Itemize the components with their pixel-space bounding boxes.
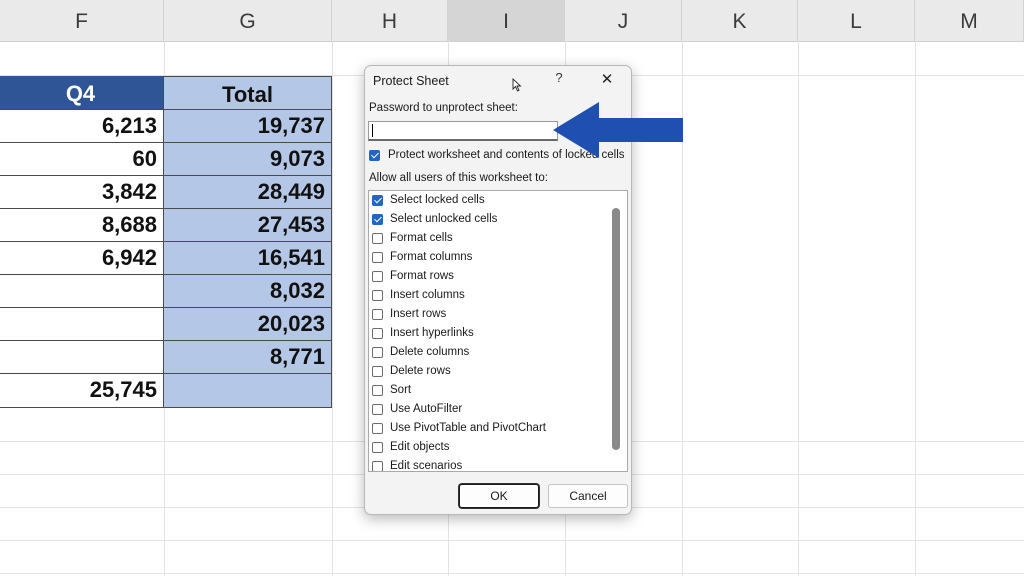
cancel-button[interactable]: Cancel: [548, 484, 628, 508]
option-label: Edit scenarios: [390, 460, 463, 472]
column-header-h[interactable]: H: [332, 0, 448, 41]
q4-cell[interactable]: 6,942: [0, 242, 164, 275]
checkbox[interactable]: [372, 366, 383, 377]
q4-cell[interactable]: 8,688: [0, 209, 164, 242]
column-header-g[interactable]: G: [164, 0, 332, 41]
option-label: Insert columns: [390, 289, 465, 301]
option-label: Edit objects: [390, 441, 450, 453]
option-label: Sort: [390, 384, 412, 396]
option-label: Insert hyperlinks: [390, 327, 474, 339]
total-cell[interactable]: 8,032: [164, 275, 332, 308]
checkbox[interactable]: [372, 404, 383, 415]
list-item[interactable]: Format columns: [369, 248, 609, 267]
checkbox[interactable]: [372, 233, 383, 244]
protect-worksheet-checkbox[interactable]: [369, 150, 380, 161]
option-label: Format cells: [390, 232, 453, 244]
checkbox[interactable]: [372, 271, 383, 282]
permissions-list[interactable]: Select locked cells Select unlocked cell…: [368, 190, 628, 472]
q4-cell[interactable]: [0, 308, 164, 341]
mouse-pointer-icon: [512, 78, 522, 92]
option-label: Use PivotTable and PivotChart: [390, 422, 546, 434]
total-cell[interactable]: [164, 374, 332, 408]
list-item[interactable]: Insert columns: [369, 286, 609, 305]
list-item[interactable]: Select unlocked cells: [369, 210, 609, 229]
gridline: [915, 41, 916, 576]
q4-cell[interactable]: [0, 275, 164, 308]
list-item[interactable]: Delete rows: [369, 362, 609, 381]
column-header-i[interactable]: I: [448, 0, 565, 41]
left-arrow-icon: [553, 102, 683, 158]
total-cell[interactable]: 19,737: [164, 110, 332, 143]
checkbox[interactable]: [372, 309, 383, 320]
total-cell[interactable]: 8,771: [164, 341, 332, 374]
checkbox[interactable]: [372, 214, 383, 225]
total-cell[interactable]: 27,453: [164, 209, 332, 242]
allow-users-label: Allow all users of this worksheet to:: [369, 172, 548, 184]
column-header-m[interactable]: M: [915, 0, 1024, 41]
total-header-cell[interactable]: Total: [164, 76, 332, 110]
list-item[interactable]: Sort: [369, 381, 609, 400]
list-item[interactable]: Insert rows: [369, 305, 609, 324]
password-label: Password to unprotect sheet:: [369, 102, 518, 114]
option-label: Format rows: [390, 270, 454, 282]
total-cell[interactable]: 28,449: [164, 176, 332, 209]
option-label: Delete rows: [390, 365, 451, 377]
checkbox[interactable]: [372, 442, 383, 453]
option-label: Select locked cells: [390, 194, 485, 206]
option-label: Format columns: [390, 251, 473, 263]
ok-button[interactable]: OK: [459, 484, 539, 508]
close-icon[interactable]: ✕: [598, 71, 616, 89]
column-header-row: F G H I J K L M: [0, 0, 1024, 42]
gridline: [332, 41, 333, 576]
checkbox[interactable]: [372, 347, 383, 358]
q4-header-cell[interactable]: Q4: [0, 76, 164, 110]
option-label: Delete columns: [390, 346, 470, 358]
column-header-j[interactable]: J: [565, 0, 682, 41]
list-item[interactable]: Select locked cells: [369, 191, 609, 210]
checkbox[interactable]: [372, 252, 383, 263]
list-item[interactable]: Use PivotTable and PivotChart: [369, 419, 609, 438]
column-header-l[interactable]: L: [798, 0, 915, 41]
checkbox[interactable]: [372, 328, 383, 339]
list-item[interactable]: Use AutoFilter: [369, 400, 609, 419]
q4-total-cell[interactable]: 25,745: [0, 374, 164, 408]
list-item[interactable]: Edit scenarios: [369, 457, 609, 472]
dialog-title: Protect Sheet: [373, 74, 449, 88]
q4-cell[interactable]: [0, 341, 164, 374]
column-header-f[interactable]: F: [0, 0, 164, 41]
total-cell[interactable]: 20,023: [164, 308, 332, 341]
list-item[interactable]: Format rows: [369, 267, 609, 286]
checkbox[interactable]: [372, 423, 383, 434]
option-label: Select unlocked cells: [390, 213, 498, 225]
option-label: Insert rows: [390, 308, 447, 320]
column-header-k[interactable]: K: [682, 0, 798, 41]
text-caret: [372, 124, 373, 137]
total-cell[interactable]: 9,073: [164, 143, 332, 176]
help-icon[interactable]: ?: [552, 71, 566, 85]
checkbox[interactable]: [372, 195, 383, 206]
list-scrollbar[interactable]: [612, 208, 620, 450]
gridline: [798, 41, 799, 576]
q4-cell[interactable]: 6,213: [0, 110, 164, 143]
password-field[interactable]: [368, 121, 558, 141]
list-item[interactable]: Format cells: [369, 229, 609, 248]
gridline: [0, 540, 1024, 541]
checkbox[interactable]: [372, 290, 383, 301]
option-label: Use AutoFilter: [390, 403, 463, 415]
checkbox[interactable]: [372, 385, 383, 396]
checkbox[interactable]: [372, 461, 383, 471]
q4-cell[interactable]: 60: [0, 143, 164, 176]
list-item[interactable]: Delete columns: [369, 343, 609, 362]
q4-cell[interactable]: 3,842: [0, 176, 164, 209]
list-item[interactable]: Insert hyperlinks: [369, 324, 609, 343]
list-item[interactable]: Edit objects: [369, 438, 609, 457]
gridline: [0, 573, 1024, 574]
total-cell[interactable]: 16,541: [164, 242, 332, 275]
